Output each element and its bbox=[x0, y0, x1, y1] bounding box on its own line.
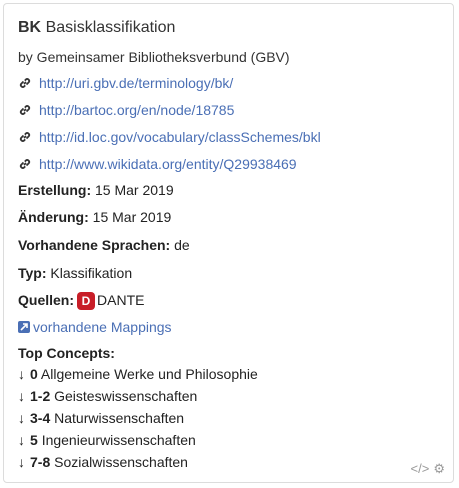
item-details-card: BK Basisklassifikation by Gemeinsamer Bi… bbox=[3, 3, 454, 483]
identifier-link-row: http://bartoc.org/en/node/18785 bbox=[18, 101, 234, 119]
arrow-down-icon: ↓ bbox=[18, 432, 25, 448]
link-icon bbox=[18, 157, 32, 171]
dante-logo: D bbox=[77, 292, 96, 310]
footer-icons: </> ⚙ bbox=[407, 461, 445, 477]
link-icon bbox=[18, 130, 32, 144]
sources-row: Quellen: D DANTE bbox=[18, 291, 144, 310]
publisher: by Gemeinsamer Bibliotheksverbund (GBV) bbox=[18, 49, 290, 65]
languages-label: Vorhandene Sprachen: bbox=[18, 237, 171, 253]
scheme-notation: BK bbox=[18, 19, 42, 36]
created-row: Erstellung: 15 Mar 2019 bbox=[18, 181, 174, 199]
identifier-link-row: http://www.wikidata.org/entity/Q29938469 bbox=[18, 155, 297, 173]
arrow-down-icon: ↓ bbox=[18, 388, 25, 404]
concept-notation: 3-4 bbox=[30, 410, 51, 426]
created-label: Erstellung: bbox=[18, 182, 92, 198]
concept-notation: 0 bbox=[30, 366, 38, 382]
identifier-link-row: http://id.loc.gov/vocabulary/classScheme… bbox=[18, 128, 321, 146]
identifier-link[interactable]: http://bartoc.org/en/node/18785 bbox=[39, 102, 234, 118]
identifier-link[interactable]: http://uri.gbv.de/terminology/bk/ bbox=[39, 75, 233, 91]
mappings-row: vorhandene Mappings bbox=[18, 318, 172, 336]
top-concept-item[interactable]: ↓ 3-4 Naturwissenschaften bbox=[18, 409, 184, 427]
top-concept-item[interactable]: ↓ 5 Ingenieurwissenschaften bbox=[18, 431, 196, 449]
concept-notation: 7-8 bbox=[30, 454, 51, 470]
arrow-down-icon: ↓ bbox=[18, 454, 25, 470]
top-concepts-label: Top Concepts: bbox=[18, 344, 115, 362]
identifier-link[interactable]: http://www.wikidata.org/entity/Q29938469 bbox=[39, 156, 297, 172]
arrow-down-icon: ↓ bbox=[18, 366, 25, 382]
concept-label: Geisteswissenschaften bbox=[54, 388, 198, 404]
concept-label: Naturwissenschaften bbox=[54, 410, 185, 426]
identifier-link-row: http://uri.gbv.de/terminology/bk/ bbox=[18, 74, 233, 92]
top-concept-item[interactable]: ↓ 0 Allgemeine Werke und Philosophie bbox=[18, 365, 258, 383]
modified-value: 15 Mar 2019 bbox=[92, 209, 172, 225]
sources-value[interactable]: DANTE bbox=[97, 292, 144, 308]
concept-label: Ingenieurwissenschaften bbox=[41, 432, 196, 448]
scheme-title: BK Basisklassifikation bbox=[18, 18, 175, 38]
top-concept-item[interactable]: ↓ 7-8 Sozialwissenschaften bbox=[18, 453, 188, 471]
link-icon bbox=[18, 76, 32, 90]
type-value: Klassifikation bbox=[50, 265, 133, 281]
type-row: Typ: Klassifikation bbox=[18, 264, 132, 282]
external-link-icon bbox=[18, 321, 30, 333]
concept-notation: 1-2 bbox=[30, 388, 51, 404]
type-label: Typ: bbox=[18, 265, 47, 281]
concept-label: Allgemeine Werke und Philosophie bbox=[40, 366, 258, 382]
concept-label: Sozialwissenschaften bbox=[54, 454, 188, 470]
gear-icon[interactable]: ⚙ bbox=[433, 461, 445, 476]
top-concept-item[interactable]: ↓ 1-2 Geisteswissenschaften bbox=[18, 387, 197, 405]
modified-row: Änderung: 15 Mar 2019 bbox=[18, 208, 171, 226]
link-icon bbox=[18, 103, 32, 117]
created-value: 15 Mar 2019 bbox=[95, 182, 174, 198]
modified-label: Änderung: bbox=[18, 209, 89, 225]
concept-notation: 5 bbox=[30, 432, 38, 448]
top-concepts-heading: Top Concepts: bbox=[18, 345, 115, 361]
sources-label: Quellen: bbox=[18, 292, 75, 308]
scheme-label: Basisklassifikation bbox=[45, 19, 176, 36]
languages-value: de bbox=[174, 237, 190, 253]
code-icon[interactable]: </> bbox=[411, 461, 430, 476]
arrow-down-icon: ↓ bbox=[18, 410, 25, 426]
mappings-link[interactable]: vorhandene Mappings bbox=[33, 319, 172, 335]
languages-row: Vorhandene Sprachen: de bbox=[18, 236, 190, 254]
identifier-link[interactable]: http://id.loc.gov/vocabulary/classScheme… bbox=[39, 129, 321, 145]
